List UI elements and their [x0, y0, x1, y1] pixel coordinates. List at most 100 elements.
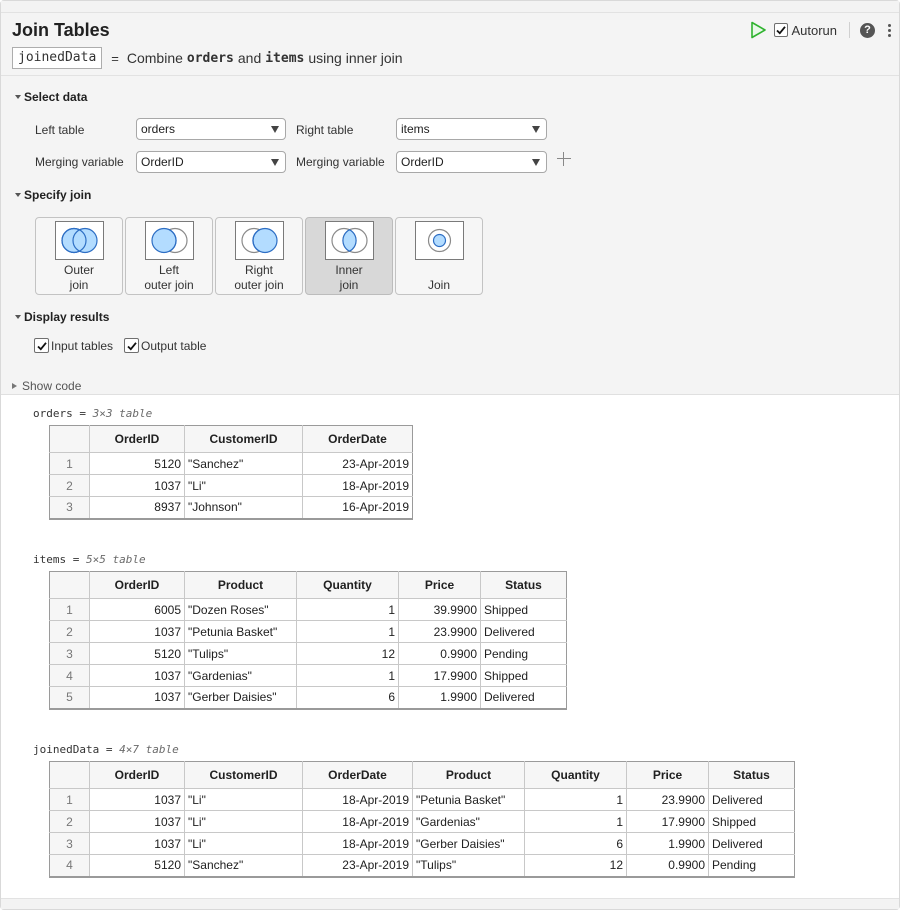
checkmark-icon	[126, 341, 137, 351]
table-cell: Delivered	[708, 832, 795, 855]
equals-sign: =	[111, 50, 119, 66]
table-cell: 1	[524, 810, 627, 833]
table-row: 4 1037 "Gardenias" 1 17.9900 Shipped	[49, 664, 567, 687]
task-toolbar: Autorun ?	[749, 20, 891, 40]
equals-sign: =	[72, 553, 80, 566]
table-row: 3 8937 "Johnson" 16-Apr-2019	[49, 496, 413, 519]
table-cell: 0.9900	[398, 642, 481, 665]
more-options-icon[interactable]	[887, 23, 891, 37]
section-select-data-toggle[interactable]: Select data	[15, 90, 87, 104]
joineddata-output-heading: joinedData = 4×7 table	[33, 743, 179, 756]
dropdown-arrow-icon	[532, 159, 540, 166]
right-table-dropdown[interactable]: items	[396, 118, 547, 140]
left-merging-variable-dropdown[interactable]: OrderID	[136, 151, 286, 173]
row-index: 2	[49, 810, 90, 833]
label-line-1: Outer	[63, 263, 94, 277]
left-merging-variable-value: OrderID	[141, 155, 184, 169]
help-icon[interactable]: ?	[860, 22, 875, 38]
outer-join-icon	[55, 221, 104, 260]
left-merging-variable-label: Merging variable	[35, 155, 124, 169]
right-merging-variable-value: OrderID	[401, 155, 444, 169]
table-header-row: OrderID CustomerID OrderDate	[49, 425, 413, 453]
table-cell: "Johnson"	[184, 496, 303, 519]
table-cell: 1	[296, 620, 399, 643]
table-cell: "Petunia Basket"	[412, 788, 525, 811]
table-cell: 23.9900	[626, 788, 709, 811]
autorun-checkbox[interactable]	[774, 23, 789, 37]
table-cell: "Petunia Basket"	[184, 620, 297, 643]
row-index-header	[49, 571, 90, 599]
label-line-2: outer join	[234, 278, 284, 292]
input-tables-checkbox[interactable]	[34, 338, 49, 353]
section-display-results-toggle[interactable]: Display results	[15, 310, 109, 324]
column-header: Quantity	[296, 571, 399, 599]
table-cell: 5120	[89, 642, 185, 665]
table-cell: 1	[524, 788, 627, 811]
column-header: OrderDate	[302, 425, 413, 453]
row-index: 3	[49, 496, 90, 519]
table-row: 1 6005 "Dozen Roses" 1 39.9900 Shipped	[49, 598, 567, 621]
output-table-checkbox[interactable]	[124, 338, 140, 353]
row-index: 1	[49, 452, 90, 475]
table-cell: 1037	[89, 620, 185, 643]
variable-name: items	[33, 553, 67, 566]
row-index: 3	[49, 832, 90, 855]
table-cell: 1	[296, 598, 399, 621]
inner-join-button[interactable]: Inner join	[305, 217, 393, 295]
plus-icon[interactable]	[557, 152, 571, 166]
left-outer-join-button[interactable]: Left outer join	[125, 217, 213, 295]
table-cell: 1037	[89, 788, 185, 811]
table-dimensions: 4×7 table	[119, 743, 179, 756]
table-cell: Delivered	[708, 788, 795, 811]
right-merging-variable-dropdown[interactable]: OrderID	[396, 151, 547, 173]
label-line-1: Right	[244, 263, 273, 277]
left-table-label: Left table	[35, 123, 85, 137]
table-cell: 12	[296, 642, 399, 665]
expand-triangle-icon	[12, 383, 17, 389]
table-cell: "Gerber Daisies"	[412, 832, 525, 855]
table-cell: "Sanchez"	[184, 452, 303, 475]
join-button[interactable]: Join	[395, 217, 483, 295]
table-row: 4 5120 "Sanchez" 23-Apr-2019 "Tulips" 12 0.990…	[49, 854, 795, 877]
table-cell: Pending	[480, 642, 567, 665]
checkmark-icon	[776, 26, 787, 35]
section-specify-join-toggle[interactable]: Specify join	[15, 188, 91, 202]
row-index-header	[49, 761, 90, 789]
outer-join-button[interactable]: Outer join	[35, 217, 123, 295]
right-outer-join-button[interactable]: Right outer join	[215, 217, 303, 295]
summary-right-table: items	[265, 50, 305, 66]
table-cell: 6	[524, 832, 627, 855]
summary-suffix: using inner join	[308, 50, 403, 66]
inner-join-label: Inner join	[306, 263, 392, 293]
orders-table: OrderID CustomerID OrderDate 1 5120 "Sanchez…	[49, 425, 413, 520]
join-tables-task: Join Tables joinedData = Combine orders …	[1, 13, 899, 395]
joineddata-table: OrderID CustomerID OrderDate Product Quantit…	[49, 761, 795, 878]
label-line-1: Left	[158, 263, 179, 277]
show-code-toggle[interactable]: Show code	[12, 379, 81, 393]
left-outer-join-label: Left outer join	[126, 263, 212, 293]
table-cell: 8937	[89, 496, 185, 519]
dropdown-arrow-icon	[271, 126, 279, 133]
label-line-2: join	[69, 278, 89, 292]
inner-join-icon	[325, 221, 374, 260]
play-icon[interactable]	[749, 21, 767, 39]
table-cell: 0.9900	[626, 854, 709, 877]
table-cell: "Tulips"	[412, 854, 525, 877]
output-variable-field[interactable]: joinedData	[12, 47, 103, 69]
right-table-value: items	[401, 122, 430, 136]
table-cell: Shipped	[480, 664, 567, 687]
variable-name: orders	[33, 407, 73, 420]
table-cell: 1.9900	[398, 686, 481, 709]
table-row: 3 5120 "Tulips" 12 0.9900 Pending	[49, 642, 567, 665]
column-header: OrderID	[89, 571, 185, 599]
toolbar-divider	[849, 22, 850, 38]
items-output-heading: items = 5×5 table	[33, 553, 146, 566]
column-header: OrderDate	[302, 761, 413, 789]
row-index-header	[49, 425, 90, 453]
table-row: 1 5120 "Sanchez" 23-Apr-2019	[49, 452, 413, 475]
table-cell: 1.9900	[626, 832, 709, 855]
left-table-dropdown[interactable]: orders	[136, 118, 286, 140]
table-dimensions: 5×5 table	[86, 553, 146, 566]
table-cell: Pending	[708, 854, 795, 877]
right-outer-join-label: Right outer join	[216, 263, 302, 293]
